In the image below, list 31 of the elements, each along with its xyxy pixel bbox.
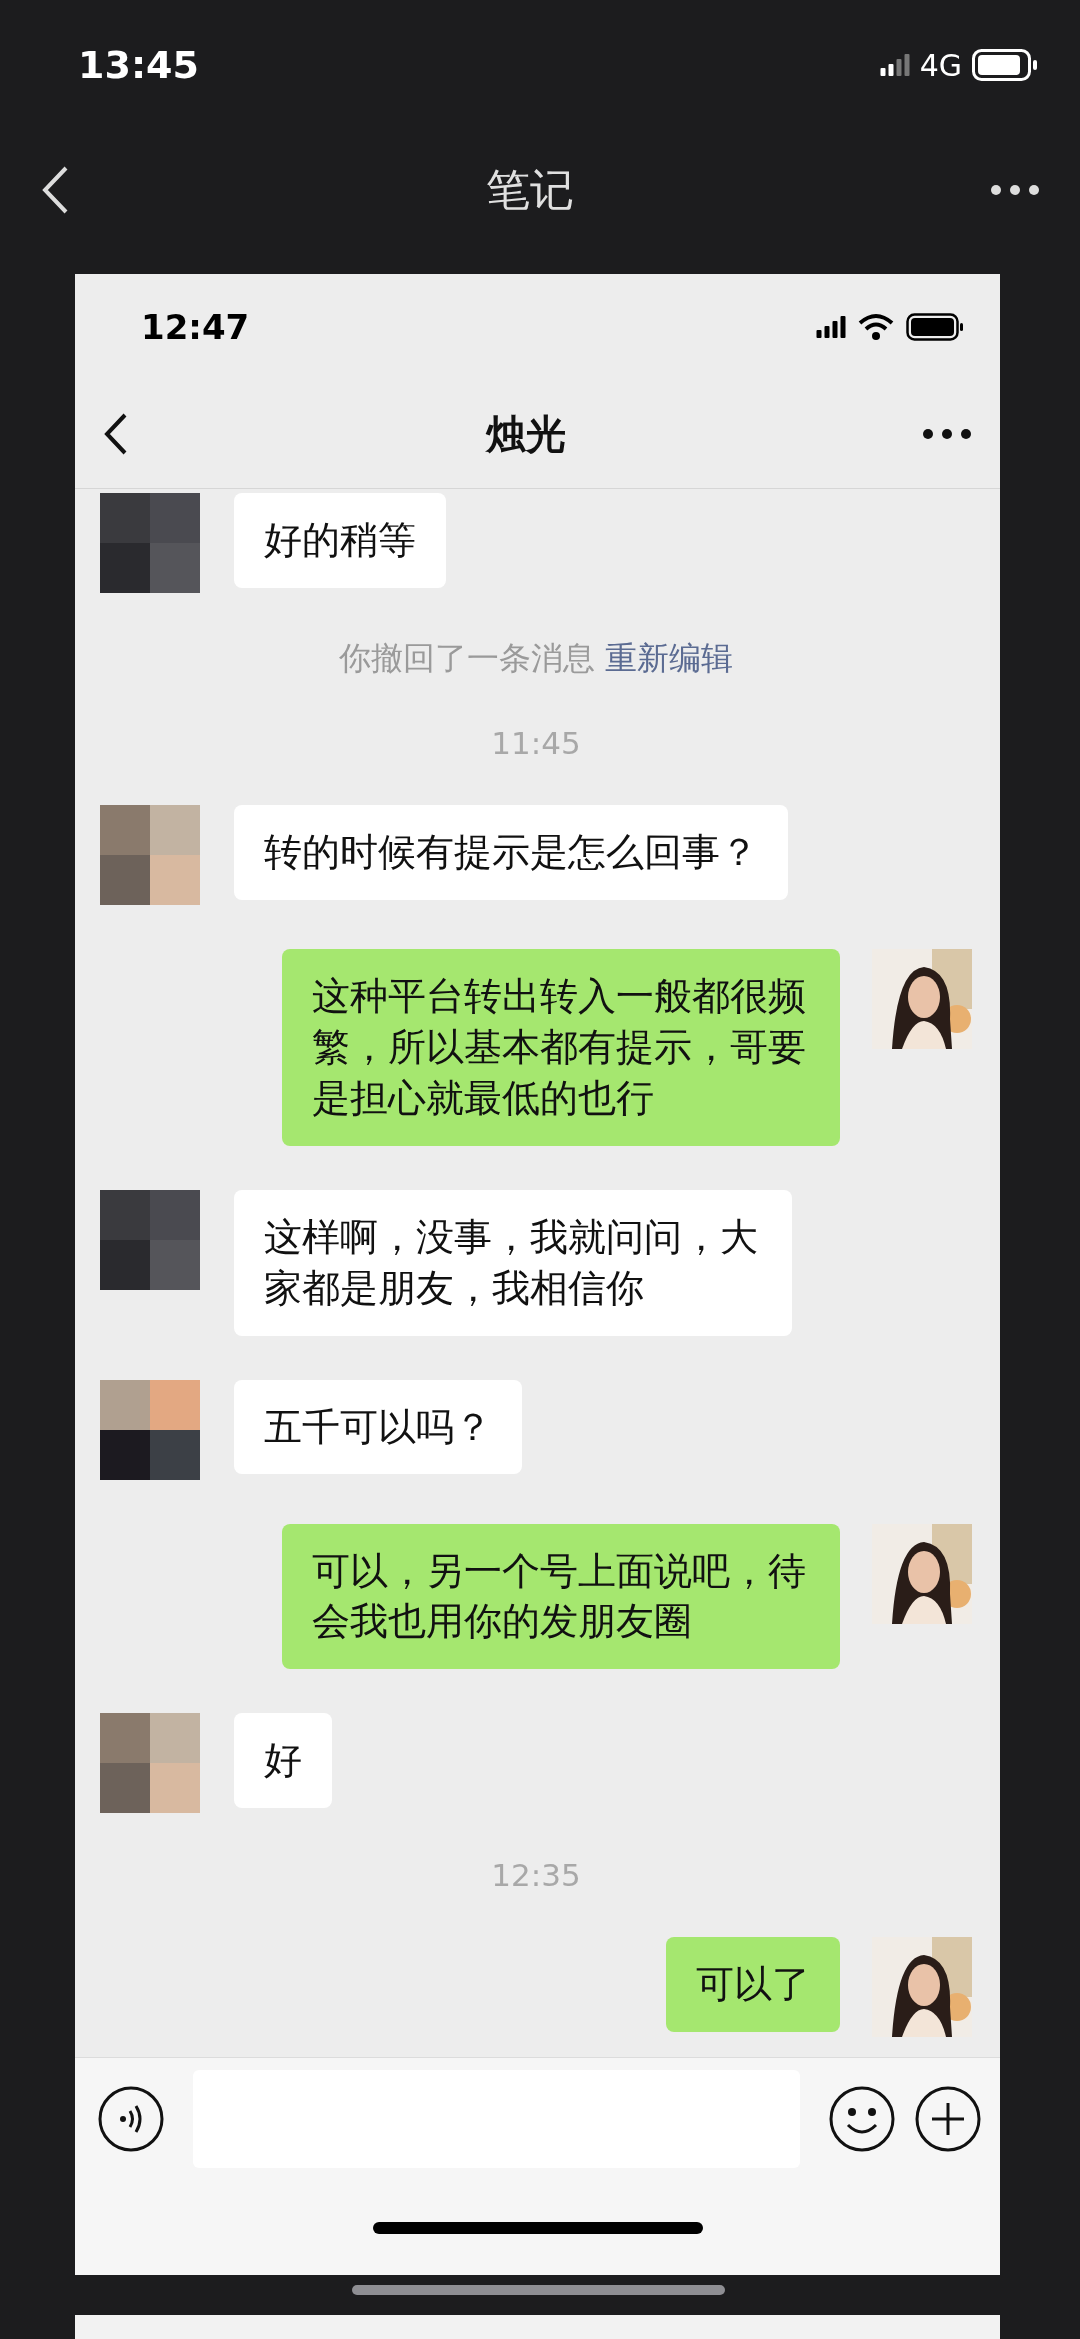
more-icon[interactable] [990,184,1040,196]
battery-icon [906,313,964,341]
status-time: 13:45 [78,43,199,87]
chat-title: 烛光 [485,409,566,459]
message-bubble[interactable]: 可以了 [666,1937,840,2033]
timestamp: 11:45 [490,725,582,761]
signal-icon [816,316,846,338]
message-bubble[interactable]: 可以，另一个号上面说吧，待会我也用你的发朋友圈 [282,1523,840,1670]
back-icon[interactable] [40,165,70,215]
avatar-icon[interactable] [100,1379,200,1480]
signal-icon [879,54,910,76]
timestamp: 12:35 [490,1857,582,1894]
home-indicator[interactable] [372,2221,703,2234]
message-bubble[interactable]: 好 [234,1713,332,1809]
message-bubble[interactable]: 这种平台转出转入一般都很频繁，所以基本都有提示，哥要是担心就最低的也行 [282,949,840,1146]
recall-notice: 你撤回了一条消息 重新编辑 [338,638,734,679]
more-icon[interactable] [922,428,972,440]
add-icon[interactable] [914,2085,982,2153]
battery-icon [972,49,1038,81]
status-time: 12:47 [141,307,250,347]
message-bubble[interactable]: 五千可以吗？ [234,1379,522,1475]
wifi-icon [858,313,894,341]
back-icon[interactable] [103,412,129,456]
message-bubble[interactable]: 好的稍等 [234,493,446,588]
message-bubble[interactable]: 转的时候有提示是怎么回事？ [234,805,788,900]
re-edit-link[interactable]: 重新编辑 [605,639,733,677]
page-title: 笔记 [486,162,574,217]
voice-icon[interactable] [97,2085,165,2153]
network-label: 4G [919,47,962,83]
message-bubble[interactable]: 这样啊，没事，我就问问，大家都是朋友，我相信你 [234,1189,792,1336]
emoji-icon[interactable] [828,2085,896,2153]
